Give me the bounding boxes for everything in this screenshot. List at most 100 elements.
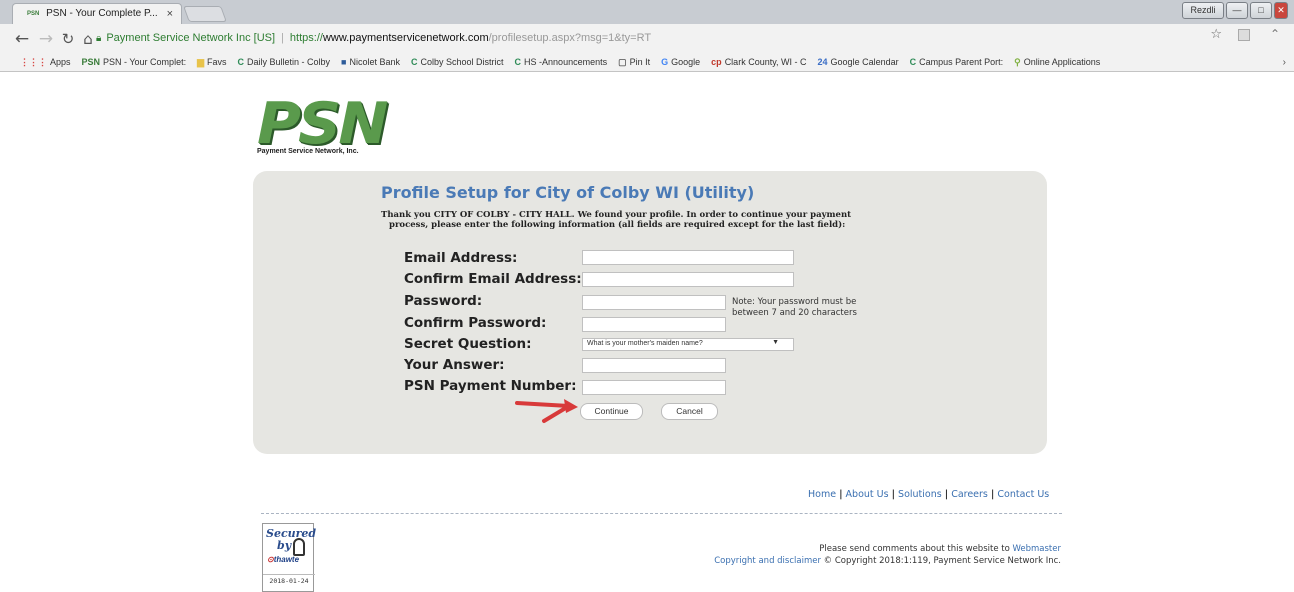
extension-icon[interactable]: [1238, 29, 1250, 41]
footer-link-contact-us[interactable]: Contact Us: [997, 489, 1049, 500]
bookmark-label: Online Applications: [1023, 57, 1101, 67]
bookmark-item[interactable]: C Colby School District: [411, 57, 504, 67]
bookmark-label: Daily Bulletin - Colby: [247, 57, 331, 67]
payment-number-label: PSN Payment Number:: [404, 378, 577, 394]
tab-strip: PSN PSN - Your Complete P... × Rezdli — …: [0, 0, 1294, 24]
lock-icon: 🔒︎: [96, 33, 102, 44]
psn-logo[interactable]: PSN Payment Service Network, Inc.: [257, 95, 388, 155]
bookmark-label: Clark County, WI - C: [724, 57, 807, 67]
bookmark-item[interactable]: C Daily Bulletin - Colby: [238, 57, 331, 67]
bookmark-item[interactable]: ▢ Pin It: [618, 57, 650, 68]
bookmark-label: PSN - Your Complet:: [103, 57, 187, 67]
bookmark-icon: C: [909, 57, 917, 67]
back-arrow-icon[interactable]: ←: [12, 29, 32, 49]
seal-date: 2018-01-24: [263, 574, 315, 585]
seal-brand-text: thawte: [273, 555, 300, 564]
bookmark-label: Favs: [207, 57, 227, 67]
page-title: Profile Setup for City of Colby WI (Util…: [381, 183, 755, 202]
seal-by-text: by: [277, 539, 292, 552]
close-tab-icon[interactable]: ×: [167, 8, 173, 20]
bookmark-label: Campus Parent Port:: [919, 57, 1004, 67]
bookmark-icon: ⋮⋮⋮: [20, 57, 47, 67]
browser-tab[interactable]: PSN PSN - Your Complete P... ×: [12, 3, 182, 24]
footer-divider-line: [261, 513, 1062, 514]
address-separator: |: [281, 32, 284, 44]
bookmark-item[interactable]: C HS -Announcements: [515, 57, 608, 67]
footer-link-solutions[interactable]: Solutions: [898, 489, 942, 500]
bookmark-label: Apps: [50, 57, 71, 67]
password-label: Password:: [404, 293, 483, 309]
confirm-email-label: Confirm Email Address:: [404, 271, 582, 287]
footer-divider: |: [839, 489, 843, 500]
bookmark-label: Google Calendar: [830, 57, 899, 67]
bookmark-item[interactable]: ■ Nicolet Bank: [341, 57, 400, 67]
confirm-password-label: Confirm Password:: [404, 315, 547, 331]
window-profile-button[interactable]: Rezdli: [1182, 2, 1224, 19]
url-scheme: https://: [289, 32, 323, 44]
confirm-email-field[interactable]: [582, 272, 794, 287]
footer-link-about-us[interactable]: About Us: [846, 489, 889, 500]
bookmark-item[interactable]: PSN PSN - Your Complet:: [82, 57, 187, 67]
page-description: Thank you CITY OF COLBY - CITY HALL. We …: [381, 210, 941, 230]
answer-field[interactable]: [582, 358, 726, 373]
browser-menu-icon[interactable]: ⌃: [1270, 27, 1280, 41]
copyright-text: © Copyright 2018:1:119, Payment Service …: [823, 556, 1061, 566]
url-path: /profilesetup.aspx?msg=1&ty=RT: [488, 32, 652, 44]
bookmarks-bar: ⋮⋮⋮ Apps PSN PSN - Your Complet: ▆ Favs C Daily…: [0, 54, 1294, 72]
bookmark-label: HS -Announcements: [524, 57, 608, 67]
bookmark-item[interactable]: ⚲ Online Applications: [1014, 57, 1100, 68]
bookmark-star-icon[interactable]: ☆: [1210, 27, 1222, 42]
thawte-seal[interactable]: Secured by ⊙thawte 2018-01-24: [262, 523, 316, 592]
password-note-line-1: Note: Your password must be: [732, 297, 857, 307]
bookmark-icon: ▢: [618, 57, 627, 67]
password-note: Note: Your password must be between 7 an…: [732, 297, 857, 319]
footer-link-home[interactable]: Home: [808, 489, 836, 500]
footer-nav: Home | About Us | Solutions | Careers | Contact …: [808, 489, 1049, 500]
url-host: www.paymentservicenetwork.com: [322, 32, 489, 44]
bookmark-icon: ■: [341, 57, 347, 67]
continue-button[interactable]: Continue: [580, 403, 643, 420]
bookmark-item[interactable]: ▆ Favs: [197, 57, 226, 68]
bookmark-icon: 24: [817, 57, 828, 67]
forward-arrow-icon[interactable]: →: [36, 29, 56, 49]
bookmark-label: Pin It: [629, 57, 651, 67]
window-controls: Rezdli — □ ✕: [1182, 2, 1288, 19]
footer-link-careers[interactable]: Careers: [951, 489, 988, 500]
bookmark-item[interactable]: ⋮⋮⋮ Apps: [20, 57, 71, 68]
copyright-disclaimer-link[interactable]: Copyright and disclaimer: [714, 556, 821, 566]
minimize-icon[interactable]: —: [1226, 2, 1248, 19]
psn-favicon-icon: PSN: [27, 11, 40, 17]
bookmark-label: Google: [671, 57, 701, 67]
bookmark-item[interactable]: C Campus Parent Port:: [910, 57, 1004, 67]
address-bar[interactable]: 🔒︎ Payment Service Network Inc [US] | https…: [96, 29, 1286, 49]
bookmark-icon: G: [661, 57, 669, 67]
password-field[interactable]: [582, 295, 726, 310]
comments-text: Please send comments about this website …: [819, 544, 1010, 554]
secret-question-select[interactable]: What is your mother's maiden name? ▼: [582, 338, 794, 351]
secret-question-label: Secret Question:: [404, 336, 532, 352]
webmaster-link[interactable]: Webmaster: [1012, 544, 1061, 554]
more-bookmarks-icon[interactable]: ›: [1283, 57, 1286, 68]
secret-question-value: What is your mother's maiden name?: [587, 340, 703, 347]
bookmark-item[interactable]: 24 Google Calendar: [818, 57, 899, 67]
reload-icon[interactable]: ↻: [58, 30, 78, 48]
bookmark-label: Nicolet Bank: [349, 57, 401, 67]
dropdown-arrow-icon: ▼: [772, 339, 779, 346]
seal-brand: ⊙thawte: [267, 555, 300, 564]
bookmark-item[interactable]: cp Clark County, WI - C: [711, 57, 806, 67]
email-label: Email Address:: [404, 250, 518, 266]
payment-number-field[interactable]: [582, 380, 726, 395]
bookmark-icon: cp: [711, 57, 722, 67]
padlock-icon: [293, 538, 305, 556]
footer-copyright-block: Please send comments about this website …: [714, 543, 1061, 567]
email-field[interactable]: [582, 250, 794, 265]
bookmark-item[interactable]: G Google: [661, 57, 700, 67]
bookmark-icon: C: [411, 57, 418, 67]
bookmark-icon: PSN: [81, 57, 101, 67]
maximize-icon[interactable]: □: [1250, 2, 1272, 19]
cancel-button[interactable]: Cancel: [661, 403, 718, 420]
confirm-password-field[interactable]: [582, 317, 726, 332]
close-window-icon[interactable]: ✕: [1274, 2, 1288, 19]
new-tab-button[interactable]: [183, 6, 227, 22]
home-icon[interactable]: ⌂: [78, 30, 98, 48]
